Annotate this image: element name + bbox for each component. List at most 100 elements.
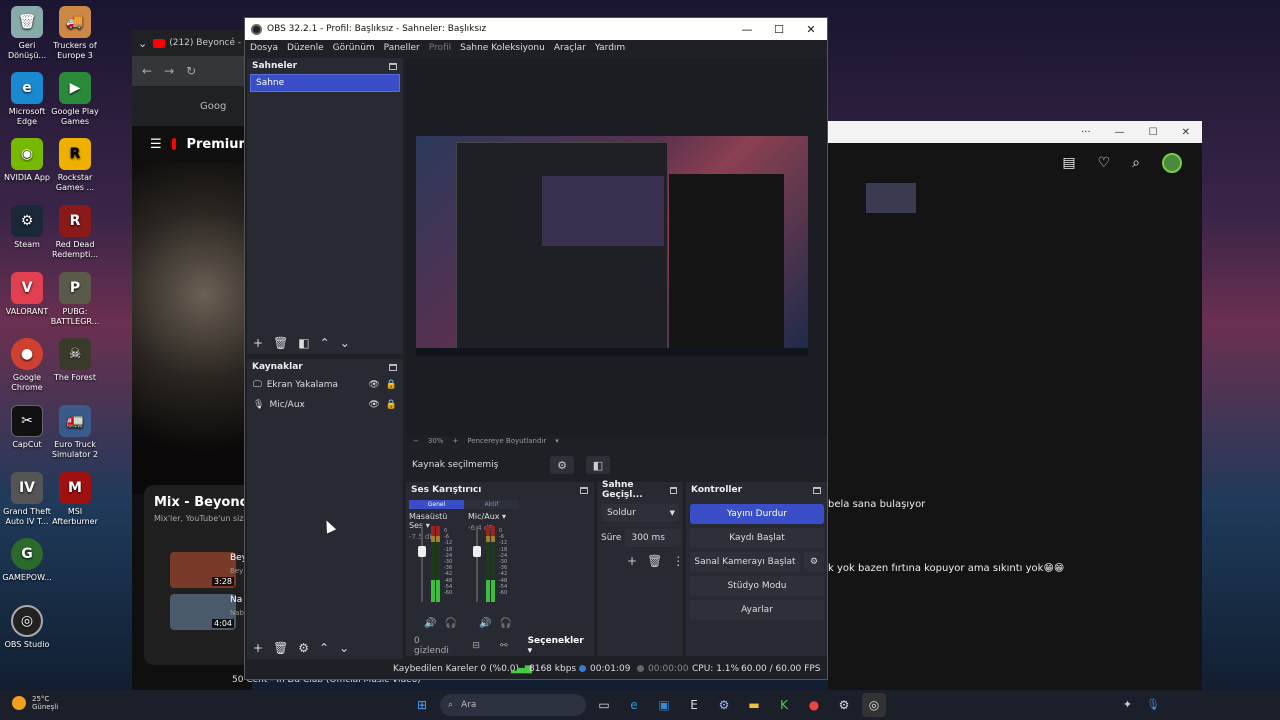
desktop-icon-forest[interactable]: ☠ The Forest — [48, 338, 102, 383]
edge-icon[interactable]: e — [622, 693, 646, 717]
start-virtual-camera-button[interactable]: Sanal Kamerayı Başlat — [690, 552, 800, 572]
desktop-icon-valorant[interactable]: V VALORANT — [0, 272, 54, 317]
undock-icon[interactable] — [813, 486, 821, 494]
reload-icon[interactable]: ↻ — [186, 64, 196, 78]
filter-icon[interactable]: ◧ — [298, 336, 309, 350]
tab-general[interactable]: Genel — [409, 500, 464, 509]
desktop-icon-chrome[interactable]: ● Google Chrome — [0, 338, 54, 393]
undock-icon[interactable] — [669, 486, 677, 494]
volume-fader[interactable] — [473, 526, 481, 602]
more-icon[interactable]: ··· — [1081, 127, 1091, 138]
chevron-down-icon[interactable]: ⌄ — [340, 336, 350, 350]
speaker-icon[interactable]: 🔊 — [424, 618, 436, 629]
obs-icon[interactable]: ◎ — [862, 693, 886, 717]
desktop-icon-pubg[interactable]: P PUBG: BATTLEGR... — [48, 272, 102, 327]
desktop-icon-nvidia[interactable]: ◉ NVIDIA App — [0, 138, 54, 183]
chevron-up-icon[interactable]: ⌃ — [320, 336, 330, 350]
tray-app-icon[interactable]: ✦ — [1123, 698, 1132, 711]
studio-mode-button[interactable]: Stüdyo Modu — [690, 576, 824, 596]
back-icon[interactable]: ← — [142, 64, 152, 78]
chevron-down-icon[interactable]: ▾ — [426, 521, 430, 530]
close-icon[interactable]: ✕ — [1182, 127, 1190, 138]
undock-icon[interactable] — [389, 62, 397, 70]
preview-canvas[interactable] — [406, 58, 827, 436]
headphones-icon[interactable]: 🎧 — [499, 618, 511, 629]
chevron-down-icon[interactable]: ▾ — [502, 512, 506, 521]
store-icon[interactable]: ▣ — [652, 693, 676, 717]
folder-icon[interactable]: ▬ — [742, 693, 766, 717]
lock-icon[interactable]: 🔒 — [386, 380, 397, 390]
start-icon[interactable]: ⊞ — [410, 693, 434, 717]
tab-active[interactable]: Aktif — [464, 500, 519, 509]
obs-window[interactable]: OBS 32.2.1 - Profil: Başlıksız - Sahnele… — [244, 17, 828, 680]
video-player[interactable] — [132, 162, 252, 494]
headphones-icon[interactable]: 🎧 — [444, 618, 456, 629]
source-item[interactable]: 🖵 Ekran Yakalama 👁 🔒 — [247, 375, 403, 395]
undock-icon[interactable] — [580, 486, 588, 494]
chevron-up-icon[interactable]: ⌃ — [319, 641, 329, 655]
stop-streaming-button[interactable]: Yayını Durdur — [690, 504, 824, 524]
zoom-out-icon[interactable]: − — [413, 437, 419, 445]
scene-item[interactable]: Sahne — [250, 74, 400, 92]
forward-icon[interactable]: → — [164, 64, 174, 78]
desktop-icon-steam[interactable]: ⚙ Steam — [0, 205, 54, 250]
heart-icon[interactable]: ♡ — [1098, 155, 1111, 171]
trash-icon[interactable]: 🗑 — [273, 641, 288, 655]
filter-icon[interactable]: ◧ — [586, 456, 610, 474]
menu-tools[interactable]: Araçlar — [554, 43, 586, 53]
add-icon[interactable]: + — [253, 336, 263, 350]
steam-icon[interactable]: ⚙ — [712, 693, 736, 717]
start-recording-button[interactable]: Kaydı Başlat — [690, 528, 824, 548]
mix-item-thumbnail[interactable]: 4:04 — [170, 594, 236, 630]
kick-icon[interactable]: K — [772, 693, 796, 717]
desktop-icon-truckers[interactable]: 🚚 Truckers of Europe 3 — [48, 6, 102, 61]
gear-icon[interactable]: ⚙ — [804, 552, 824, 572]
link-icon[interactable]: ⚯ — [500, 641, 508, 651]
duration-input[interactable]: 300 ms — [625, 529, 682, 547]
browser-tab[interactable]: (212) Beyoncé - N — [153, 38, 251, 48]
maximize-icon[interactable]: ☐ — [763, 23, 795, 36]
chevron-down-icon[interactable]: ▾ — [555, 437, 559, 445]
chevron-down-icon[interactable]: ⌄ — [138, 37, 147, 50]
options-button[interactable]: Seçenekler — [528, 636, 584, 646]
menu-profile[interactable]: Profil — [429, 43, 451, 53]
desktop-icon-msi[interactable]: M MSI Afterburner — [48, 472, 102, 527]
youtube-logo-icon[interactable] — [171, 138, 177, 150]
maximize-icon[interactable]: ☐ — [1149, 127, 1158, 138]
desktop-icon-obs[interactable]: ◎ OBS Studio — [0, 605, 54, 650]
eye-icon[interactable]: 👁 — [368, 400, 379, 410]
minimize-icon[interactable]: — — [731, 23, 763, 36]
gear-icon[interactable]: ⚙ — [550, 456, 574, 474]
epic-games-icon[interactable]: E — [682, 693, 706, 717]
desktop-icon-rdr[interactable]: R Red Dead Redempti... — [48, 205, 102, 260]
desktop-icon-edge[interactable]: e Microsoft Edge — [0, 72, 54, 127]
desktop-icon-play-games[interactable]: ▶ Google Play Games — [48, 72, 102, 127]
undock-icon[interactable] — [389, 363, 397, 371]
lock-icon[interactable]: 🔒 — [386, 400, 397, 410]
volume-fader[interactable] — [418, 526, 426, 602]
more-icon[interactable]: ⋮ — [672, 554, 684, 568]
menu-file[interactable]: Dosya — [250, 43, 278, 53]
menu-docks[interactable]: Paneller — [384, 43, 420, 53]
desktop-icon-capcut[interactable]: ✂ CapCut — [0, 405, 54, 450]
eye-icon[interactable]: 👁 — [368, 380, 379, 390]
settings-icon[interactable]: ⚙ — [832, 693, 856, 717]
menu-help[interactable]: Yardım — [595, 43, 625, 53]
desktop-icon-ets2[interactable]: 🚛 Euro Truck Simulator 2 — [48, 405, 102, 460]
zoom-mode[interactable]: Pencereye Boyutlandır — [467, 437, 546, 445]
right-window[interactable]: ··· — ☐ ✕ ▤ ♡ ⌕ bela sana bulaşıyor k yo… — [828, 121, 1202, 694]
settings-button[interactable]: Ayarlar — [690, 600, 824, 620]
gear-icon[interactable]: ⚙ — [298, 641, 309, 655]
menu-scene-collection[interactable]: Sahne Koleksiyonu — [460, 43, 545, 53]
library-icon[interactable]: ▤ — [1062, 155, 1075, 171]
layout-icon[interactable]: ⊟ — [472, 641, 480, 651]
mix-item-title[interactable]: Na — [230, 595, 242, 605]
desktop-icon-gta[interactable]: IV Grand Theft Auto IV T... — [0, 472, 54, 527]
speaker-icon[interactable]: 🔊 — [479, 618, 491, 629]
trash-icon[interactable]: 🗑 — [647, 554, 662, 568]
search-icon[interactable]: ⌕ — [1132, 155, 1140, 171]
chevron-down-icon[interactable]: ⌄ — [339, 641, 349, 655]
desktop-icon-recycle-bin[interactable]: 🗑 Geri Dönüşü... — [0, 6, 54, 61]
menu-icon[interactable]: ☰ — [150, 137, 162, 152]
microphone-icon[interactable]: 🎙 — [1146, 698, 1160, 711]
